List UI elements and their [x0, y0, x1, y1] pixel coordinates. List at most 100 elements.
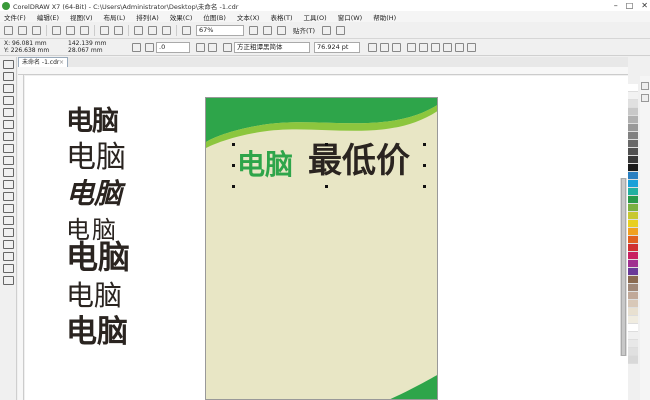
undo-icon[interactable]	[100, 25, 109, 35]
close-tab-icon[interactable]: ×	[59, 58, 64, 67]
document-tab[interactable]: 未命名 -1.cdr ×	[18, 57, 68, 67]
rectangle-tool-icon[interactable]	[3, 132, 14, 141]
color-swatch[interactable]	[628, 196, 638, 204]
export-icon[interactable]	[162, 25, 171, 35]
docker-tab-icon[interactable]	[641, 94, 649, 102]
text-properties-icon[interactable]	[443, 42, 452, 52]
shape-tool-icon[interactable]	[3, 72, 14, 81]
freehand-tool-icon[interactable]	[3, 108, 14, 117]
bullets-icon[interactable]	[419, 42, 428, 52]
color-swatch[interactable]	[628, 84, 638, 92]
headline-dark-text[interactable]: 最低价	[308, 144, 410, 178]
menu-text[interactable]: 文本(X)	[237, 12, 260, 22]
color-swatch[interactable]	[628, 188, 638, 196]
menu-effects[interactable]: 效果(C)	[170, 12, 193, 22]
color-swatch[interactable]	[628, 172, 638, 180]
color-swatch[interactable]	[628, 180, 638, 188]
mirror-horizontal-icon[interactable]	[196, 42, 205, 52]
full-screen-icon[interactable]	[249, 25, 258, 35]
font-size-select[interactable]: 76.924 pt	[314, 41, 360, 53]
y-position[interactable]: Y: 226.638 mm	[4, 47, 68, 54]
x-position[interactable]: X: 96.081 mm	[4, 40, 68, 47]
font-name-select[interactable]: 方正粗谭黑简体	[234, 41, 310, 53]
outline-pen-icon[interactable]	[3, 264, 14, 273]
color-swatch[interactable]	[628, 244, 638, 252]
smart-fill-tool-icon[interactable]	[3, 252, 14, 261]
show-rulers-icon[interactable]	[263, 25, 272, 35]
publish-pdf-icon[interactable]	[182, 25, 191, 35]
color-swatch[interactable]	[628, 132, 638, 140]
new-document-icon[interactable]	[4, 25, 13, 35]
color-swatch[interactable]	[628, 316, 638, 324]
menu-help[interactable]: 帮助(H)	[373, 12, 396, 22]
color-swatch[interactable]	[628, 284, 638, 292]
text-object[interactable]: 电脑	[66, 241, 130, 273]
selection-handle[interactable]	[232, 143, 235, 146]
snap-to-button[interactable]: 贴齐(T)	[291, 25, 317, 35]
color-swatch[interactable]	[628, 124, 638, 132]
selection-handle[interactable]	[423, 164, 426, 167]
menu-arrange[interactable]: 排列(A)	[136, 12, 159, 22]
text-object[interactable]: 电脑	[66, 317, 128, 348]
menu-window[interactable]: 窗口(W)	[338, 12, 363, 22]
selection-handle[interactable]	[232, 185, 235, 188]
color-swatch[interactable]	[628, 268, 638, 276]
menu-view[interactable]: 视图(V)	[70, 12, 93, 22]
text-object[interactable]: 电脑	[66, 180, 122, 208]
selection-handle[interactable]	[423, 185, 426, 188]
color-swatch[interactable]	[628, 228, 638, 236]
cut-icon[interactable]	[52, 25, 61, 35]
menu-layout[interactable]: 布局(L)	[104, 12, 126, 22]
minimize-icon[interactable]: –	[614, 1, 618, 10]
color-swatch[interactable]	[628, 164, 638, 172]
horizontal-ruler[interactable]	[18, 67, 628, 75]
color-swatch[interactable]	[628, 292, 638, 300]
text-object[interactable]: 电脑	[66, 143, 126, 173]
eyedropper-tool-icon[interactable]	[3, 228, 14, 237]
color-swatch[interactable]	[628, 100, 638, 108]
color-swatch[interactable]	[628, 148, 638, 156]
connector-tool-icon[interactable]	[3, 192, 14, 201]
height-value[interactable]: 28.067 mm	[68, 47, 132, 54]
mirror-vertical-icon[interactable]	[208, 42, 217, 52]
text-object[interactable]: 电脑	[66, 108, 119, 135]
docker-tab-icon[interactable]	[641, 82, 649, 90]
show-grid-icon[interactable]	[277, 25, 286, 35]
color-swatch[interactable]	[628, 340, 638, 348]
crop-tool-icon[interactable]	[3, 84, 14, 93]
options-icon[interactable]	[322, 25, 332, 35]
text-tool-icon[interactable]	[3, 168, 14, 177]
edit-text-icon[interactable]	[455, 42, 464, 52]
menu-file[interactable]: 文件(F)	[4, 12, 26, 22]
import-icon[interactable]	[148, 25, 157, 35]
color-swatch[interactable]	[628, 116, 638, 124]
color-swatch[interactable]	[628, 324, 638, 332]
color-swatch[interactable]	[628, 212, 638, 220]
underline-icon[interactable]	[392, 42, 401, 52]
drop-cap-icon[interactable]	[431, 42, 440, 52]
vertical-scrollbar[interactable]	[620, 178, 627, 356]
open-icon[interactable]	[18, 25, 27, 35]
menu-edit[interactable]: 编辑(E)	[37, 12, 59, 22]
parallel-dimension-tool-icon[interactable]	[3, 180, 14, 189]
vertical-text-icon[interactable]	[467, 42, 476, 52]
color-swatch[interactable]	[628, 276, 638, 284]
transparency-tool-icon[interactable]	[3, 216, 14, 225]
menu-bitmaps[interactable]: 位图(B)	[203, 12, 226, 22]
pick-tool-icon[interactable]	[3, 60, 14, 69]
more-tools-icon[interactable]	[3, 276, 14, 285]
lock-ratio-icon[interactable]	[132, 42, 141, 52]
color-swatch[interactable]	[628, 300, 638, 308]
color-swatch[interactable]	[628, 356, 638, 364]
close-icon[interactable]: ✕	[641, 1, 648, 10]
drop-shadow-tool-icon[interactable]	[3, 204, 14, 213]
headline-green-text[interactable]: 电脑	[237, 151, 293, 179]
align-icon[interactable]	[407, 42, 416, 52]
menu-table[interactable]: 表格(T)	[270, 12, 292, 22]
color-swatch[interactable]	[628, 260, 638, 268]
text-object[interactable]: 电脑	[66, 282, 122, 310]
ellipse-tool-icon[interactable]	[3, 144, 14, 153]
color-swatch[interactable]	[628, 220, 638, 228]
color-swatch[interactable]	[628, 140, 638, 148]
color-swatch[interactable]	[628, 252, 638, 260]
